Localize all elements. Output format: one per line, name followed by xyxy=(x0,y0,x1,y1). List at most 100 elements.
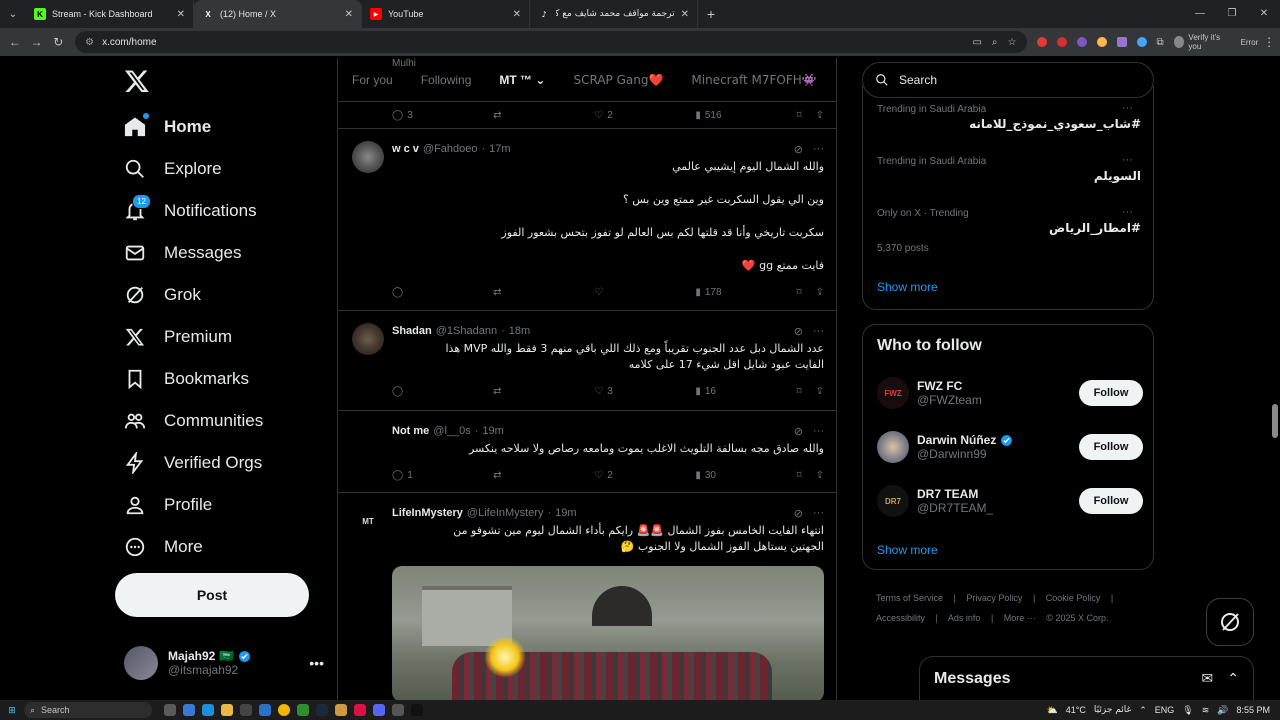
mic-icon[interactable]: 🎙 xyxy=(1182,705,1193,716)
tweet-author-name[interactable]: Not me xyxy=(392,425,429,437)
accessibility-link[interactable]: Accessibility xyxy=(876,613,925,623)
nav-messages[interactable]: Messages xyxy=(124,236,241,270)
steam-icon[interactable] xyxy=(316,704,328,716)
extension-f-icon[interactable] xyxy=(1116,37,1127,47)
bookmark-icon[interactable]: ⌑ xyxy=(796,110,801,121)
follow-suggestion[interactable]: FWZ FWZ FC @FWZteam Follow xyxy=(877,373,1143,413)
views-button[interactable]: ▮ 516 xyxy=(695,110,735,121)
tweet[interactable]: Shadan @1Shadann · 18m ⊘ ··· عدد الشمال د… xyxy=(338,311,836,411)
tweet-handle[interactable]: @Fahdoeo xyxy=(423,143,478,155)
share-icon[interactable]: ⇪ xyxy=(816,110,824,121)
tab-mt[interactable]: MT ™ ⌄ xyxy=(485,73,559,87)
more-dots-icon[interactable]: ··· xyxy=(1122,206,1133,218)
maximize-icon[interactable]: ❐ xyxy=(1216,0,1248,28)
app-icon[interactable] xyxy=(335,704,347,716)
browser-tab-tiktok[interactable]: ♪ ترجمة مواقف محمد شايف مع كـ ✕ xyxy=(530,0,698,28)
more-dots-icon[interactable]: ··· xyxy=(813,143,824,156)
search-input[interactable] xyxy=(899,73,1119,87)
messages-drawer[interactable]: Messages ✉ ⌃ xyxy=(919,656,1254,700)
volume-icon[interactable]: 🔊 xyxy=(1217,705,1228,716)
x-logo-icon[interactable] xyxy=(124,68,150,94)
tweet[interactable]: w c v @Fahdoeo · 17m ⊘ ··· والله الشمال ا… xyxy=(338,129,836,311)
retweet-button[interactable]: ⇄ xyxy=(493,287,533,298)
browser-tab-kick[interactable]: K Stream - Kick Dashboard ✕ xyxy=(26,0,194,28)
minimize-icon[interactable]: — xyxy=(1184,0,1216,28)
ads-info-link[interactable]: Ads info xyxy=(948,613,981,623)
nav-grok[interactable]: Grok xyxy=(124,278,201,312)
nav-profile[interactable]: Profile xyxy=(124,488,212,522)
zoom-icon[interactable]: ⌕ xyxy=(992,37,998,48)
tab-search-icon[interactable]: ⌄ xyxy=(0,0,26,28)
nav-verified-orgs[interactable]: Verified Orgs xyxy=(124,446,262,480)
app-icon[interactable] xyxy=(392,704,404,716)
tweet-handle[interactable]: @1Shadann xyxy=(436,325,497,337)
reload-icon[interactable]: ↻ xyxy=(47,35,69,49)
share-icon[interactable]: ⇪ xyxy=(816,386,824,397)
bookmark-icon[interactable]: ⌑ xyxy=(796,386,801,397)
avatar[interactable]: MT xyxy=(352,505,384,537)
trend-item[interactable]: Trending in Saudi Arabia السويلم ··· xyxy=(877,154,1141,183)
share-icon[interactable]: ⇪ xyxy=(816,287,824,298)
retweet-button[interactable]: ⇄ xyxy=(493,110,533,121)
cookie-link[interactable]: Cookie Policy xyxy=(1046,593,1101,603)
tweet-time[interactable]: 19m xyxy=(555,507,576,519)
follow-suggestion[interactable]: DR7 DR7 TEAM @DR7TEAM_ Follow xyxy=(877,481,1143,521)
nav-more[interactable]: More xyxy=(124,530,203,564)
extension-s-icon[interactable] xyxy=(1056,37,1067,47)
bookmark-icon[interactable]: ⌑ xyxy=(796,287,801,298)
nav-bookmarks[interactable]: Bookmarks xyxy=(124,362,249,396)
close-tab-icon[interactable]: ✕ xyxy=(513,9,521,20)
back-icon[interactable]: ← xyxy=(4,35,26,49)
lang-indicator[interactable]: ENG xyxy=(1155,705,1175,715)
views-button[interactable]: ▮ 16 xyxy=(695,386,735,397)
nav-explore[interactable]: Explore xyxy=(124,152,222,186)
views-button[interactable]: ▮ 30 xyxy=(695,470,735,481)
trend-item[interactable]: Trending in Saudi Arabia #شاب_سعودي_نموذ… xyxy=(877,102,1141,131)
nav-communities[interactable]: Communities xyxy=(124,404,263,438)
extensions-puzzle-icon[interactable]: ⧉ xyxy=(1157,37,1164,48)
tab-following[interactable]: Following xyxy=(407,73,486,87)
tweet-author-name[interactable]: Shadan xyxy=(392,325,432,337)
reply-button[interactable]: ◯ xyxy=(392,386,432,397)
trend-item[interactable]: Only on X · Trending #امطار_الرياض 5,370… xyxy=(877,206,1141,254)
discord-icon[interactable] xyxy=(373,704,385,716)
grok-icon[interactable]: ⊘ xyxy=(794,143,803,156)
site-info-icon[interactable]: ⚙ xyxy=(85,37,94,48)
extension-shield-icon[interactable] xyxy=(1076,37,1087,47)
more-dots-icon[interactable]: ··· xyxy=(1122,154,1133,166)
reply-button[interactable]: ◯ 1 xyxy=(392,470,432,481)
like-button[interactable]: ♡ xyxy=(594,287,634,298)
tab-scrap-gang[interactable]: SCRAP Gang❤️ xyxy=(559,73,677,87)
like-button[interactable]: ♡ 2 xyxy=(594,110,634,121)
views-button[interactable]: ▮ 178 xyxy=(695,287,735,298)
tab-for-you[interactable]: For you xyxy=(338,73,407,87)
grok-icon[interactable]: ⊘ xyxy=(794,325,803,338)
url-field[interactable]: ⚙ x.com/home ▭ ⌕ ☆ xyxy=(75,31,1027,53)
close-tab-icon[interactable]: ✕ xyxy=(681,9,689,20)
app-icon[interactable] xyxy=(354,704,366,716)
close-tab-icon[interactable]: ✕ xyxy=(345,9,353,20)
tweet-handle[interactable]: @LifeInMystery xyxy=(467,507,544,519)
like-button[interactable]: ♡ 3 xyxy=(594,386,634,397)
reply-button[interactable]: ◯ xyxy=(392,287,432,298)
grok-icon[interactable]: ⊘ xyxy=(794,507,803,520)
windows-start-icon[interactable]: ⊞ xyxy=(0,705,24,716)
follow-button[interactable]: Follow xyxy=(1079,380,1143,406)
follow-button[interactable]: Follow xyxy=(1079,434,1143,460)
nav-notifications[interactable]: 12 Notifications xyxy=(124,194,257,228)
terms-link[interactable]: Terms of Service xyxy=(876,593,943,603)
extension-orange-icon[interactable] xyxy=(1096,37,1107,47)
tweet-time[interactable]: 17m xyxy=(489,143,510,155)
new-tab-icon[interactable]: + xyxy=(698,6,724,22)
app-icon[interactable] xyxy=(183,704,195,716)
privacy-link[interactable]: Privacy Policy xyxy=(966,593,1022,603)
reply-button[interactable]: ◯ 3 xyxy=(392,110,432,121)
bookmark-icon[interactable]: ⌑ xyxy=(796,470,801,481)
avatar[interactable] xyxy=(352,323,384,355)
page-scrollbar[interactable] xyxy=(1270,58,1280,700)
tweet-time[interactable]: 18m xyxy=(509,325,530,337)
tab-minecraft[interactable]: Minecraft M7FOFH👾 xyxy=(677,73,830,87)
edge-icon[interactable] xyxy=(202,704,214,716)
extension-red-icon[interactable] xyxy=(1036,37,1047,47)
app-icon[interactable] xyxy=(259,704,271,716)
